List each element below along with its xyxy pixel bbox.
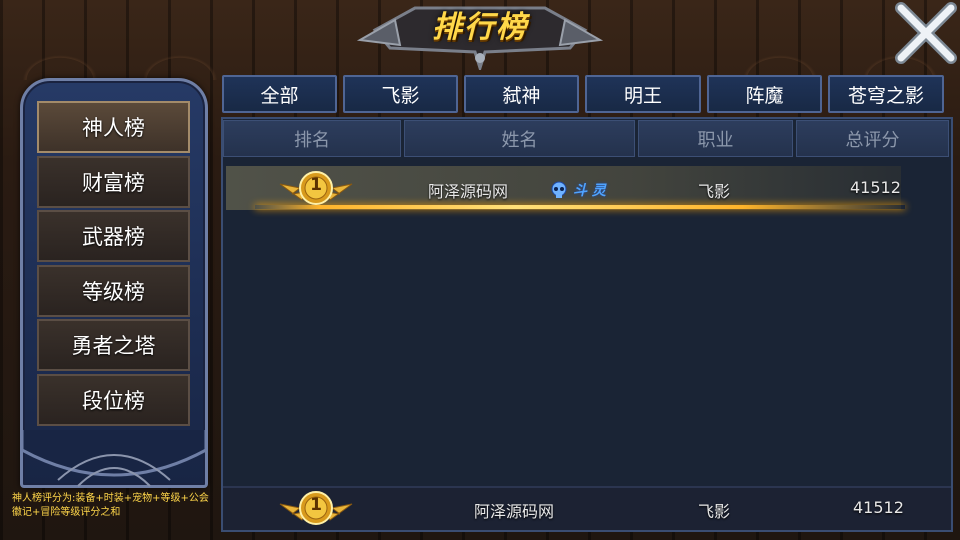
my-class: 飞影 — [698, 502, 731, 521]
column-header-class: 职业 — [638, 120, 793, 157]
tab-mingwang[interactable]: 明王 — [585, 75, 701, 113]
category-tabs: 神人榜 财富榜 武器榜 等级榜 勇者之塔 段位榜 — [37, 101, 190, 428]
player-score: 41512 — [850, 178, 901, 197]
category-tab-level[interactable]: 等级榜 — [37, 264, 190, 317]
my-rank-number: 1 — [310, 495, 322, 515]
tab-all[interactable]: 全部 — [222, 75, 337, 113]
player-class: 飞影 — [698, 182, 731, 201]
ranking-note: 神人榜评分为:装备+时装+宠物+等级+公会徽记+冒险等级评分之和 — [12, 493, 209, 518]
title-banner: 排行榜 — [355, 0, 605, 70]
title-tag-text: 斗 灵 — [573, 183, 606, 199]
my-name: 阿泽源码网 — [474, 502, 555, 521]
page-title: 排行榜 — [432, 10, 528, 45]
close-icon — [895, 2, 957, 64]
column-header-name: 姓名 — [404, 120, 635, 157]
tab-shishen[interactable]: 弑神 — [464, 75, 579, 113]
category-tab-tower[interactable]: 勇者之塔 — [37, 319, 190, 371]
panel-ornament — [20, 430, 208, 487]
player-name: 阿泽源码网 — [428, 182, 509, 201]
category-tab-wealth[interactable]: 财富榜 — [37, 155, 190, 208]
category-tab-weapon[interactable]: 武器榜 — [37, 210, 190, 262]
close-button[interactable] — [895, 2, 957, 64]
my-score: 41512 — [853, 498, 904, 517]
category-tab-division[interactable]: 段位榜 — [37, 373, 190, 426]
column-header-score: 总评分 — [796, 120, 949, 157]
title-tag: 斗 灵 — [549, 180, 606, 200]
tab-cangqiong[interactable]: 苍穹之影 — [828, 75, 944, 113]
tab-zhenmo[interactable]: 阵魔 — [707, 75, 822, 113]
category-tab-shenren[interactable]: 神人榜 — [37, 101, 190, 153]
tab-feiying[interactable]: 飞影 — [343, 75, 458, 113]
skull-icon — [551, 181, 567, 198]
rank-number: 1 — [310, 175, 322, 195]
column-header-rank: 排名 — [223, 120, 401, 157]
